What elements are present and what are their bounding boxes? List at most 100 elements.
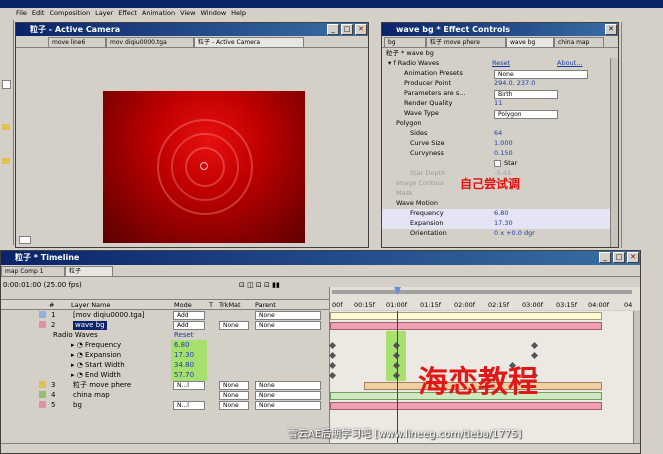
effect-group-row[interactable]: Radio Waves Reset [1,331,329,341]
layer-trkmat-dropdown[interactable]: None [219,381,249,390]
property-value[interactable]: 57.70 [174,371,194,380]
effect-group-reset[interactable]: Reset [174,331,194,340]
group-mask[interactable]: Mask [396,189,413,199]
group-wave-motion[interactable]: Wave Motion [396,199,438,209]
layer-trkmat-dropdown[interactable]: None [219,321,249,330]
wave-type-dropdown[interactable]: Polygon [494,110,558,119]
keyframe[interactable] [328,341,337,350]
layer-parent-dropdown[interactable]: None [255,311,321,320]
table-row[interactable]: 2 wave bg Add None None [1,321,329,331]
menu-help[interactable]: Help [231,9,246,17]
group-polygon[interactable]: Polygon [396,119,422,129]
timeline-tab-map-comp[interactable]: map Comp 1 [1,266,65,276]
producer-point-value[interactable]: 294.0, 237.0 [494,79,535,88]
effect-about-link[interactable]: About... [557,59,582,68]
timeline-switch-icons[interactable]: ⊡ ◫ ⊡ ⊡ ▮▮ [239,281,321,290]
effects-tab-wave-bg[interactable]: wave bg [506,37,554,47]
layer-parent-dropdown[interactable]: None [255,321,321,330]
curve-size-value[interactable]: 1.000 [494,139,513,148]
effect-reset-link[interactable]: Reset [492,59,510,68]
menu-edit[interactable]: Edit [32,9,45,17]
comp-titlebar[interactable]: 粒子 - Active Camera [16,23,368,36]
layer-trkmat-dropdown[interactable]: None [219,391,249,400]
comp-tab-diqiu[interactable]: mov diqiu0000.tga [106,37,194,47]
layer-trkmat-dropdown[interactable]: None [219,401,249,410]
effects-titlebar[interactable]: wave bg * Effect Controls [382,23,618,36]
layer-bar[interactable] [330,402,602,410]
keyframe[interactable] [328,351,337,360]
maximize-button[interactable]: □ [341,24,353,35]
effects-tab-china-map[interactable]: china map [554,37,604,47]
menu-view[interactable]: View [180,9,195,17]
timeline-titlebar[interactable]: 粒子 * Timeline [1,251,640,265]
layer-parent-dropdown[interactable]: None [255,381,321,390]
expansion-value[interactable]: 17.30 [494,219,513,228]
group-image-contour[interactable]: Image Contour [396,179,444,189]
effect-enable-toggle[interactable]: ▾ f [388,59,398,67]
orientation-value[interactable]: 0 x +0.0 dgr [494,229,535,238]
layer-name[interactable]: [mov diqiu0000.tga] [73,311,145,320]
comp-tab-move-line6[interactable]: move line6 [48,37,106,47]
layer-name[interactable]: 粒子 move phere [73,381,131,390]
keyframe[interactable] [328,361,337,370]
stopwatch-icon[interactable]: ▸ ◔ [71,361,83,370]
table-row[interactable]: 3 粒子 move phere N...l None None [1,381,329,391]
layer-mode-dropdown[interactable]: Add [173,311,205,320]
comp-viewport[interactable] [103,91,305,243]
close-button[interactable]: ✕ [355,24,367,35]
menu-effect[interactable]: Effect [118,9,137,17]
layer-mode-dropdown[interactable]: N...l [173,401,205,410]
time-ruler[interactable]: 00f 00:15f 01:00f 01:15f 02:00f 02:15f 0… [329,287,640,310]
property-row[interactable]: ▸ ◔ Expansion 17.30 [1,351,329,361]
minimize-button[interactable]: _ [327,24,339,35]
stopwatch-icon[interactable]: ▸ ◔ [71,351,83,360]
property-value[interactable]: 6.80 [174,341,190,350]
layer-parent-dropdown[interactable]: None [255,401,321,410]
sides-value[interactable]: 64 [494,129,502,138]
effects-tab-move-phere[interactable]: 粒子 move phere [426,37,506,47]
comp-tab-active-camera[interactable]: 粒子 - Active Camera [194,37,304,47]
property-value[interactable]: 34.80 [174,361,194,370]
star-checkbox[interactable] [494,160,501,167]
keyframe[interactable] [328,371,337,380]
presets-dropdown[interactable]: None [494,70,588,79]
property-row[interactable]: ▸ ◔ Start Width 34.80 [1,361,329,371]
col-trkmat[interactable]: TrkMat [219,301,241,309]
work-area-bar[interactable] [332,290,632,294]
effects-tab-bg[interactable]: bg [384,37,426,47]
layer-parent-dropdown[interactable]: None [255,391,321,400]
folder-icon[interactable] [2,124,10,130]
table-row[interactable]: 1 [mov diqiu0000.tga] Add None [1,311,329,321]
layer-bar[interactable] [330,322,602,330]
parameters-dropdown[interactable]: Birth [494,90,558,99]
table-row[interactable]: 4 china map None None [1,391,329,401]
maximize-button[interactable]: □ [613,252,625,263]
close-button[interactable]: ✕ [605,24,617,35]
col-mode[interactable]: Mode [174,301,192,309]
table-row[interactable]: 5 bg N...l None None [1,401,329,411]
property-row[interactable]: ▸ ◔ Frequency 6.80 [1,341,329,351]
layer-mode-dropdown[interactable]: N...l [173,381,205,390]
layer-name[interactable]: bg [73,401,82,410]
menu-layer[interactable]: Layer [95,9,113,17]
layer-bar[interactable] [330,312,602,320]
timeline-scrollbar[interactable] [633,311,640,453]
timeline-tab-particle[interactable]: 粒子 [65,266,113,276]
render-quality-value[interactable]: 11 [494,99,502,108]
col-t[interactable]: T [209,301,213,309]
viewer-controls-icon[interactable] [19,236,31,244]
menu-file[interactable]: File [16,9,27,17]
minimize-button[interactable]: _ [599,252,611,263]
anchor-point-icon[interactable] [200,162,208,170]
menu-window[interactable]: Window [201,9,227,17]
close-button[interactable]: ✕ [627,252,639,263]
menu-animation[interactable]: Animation [142,9,175,17]
col-layer-name[interactable]: Layer Name [71,301,110,309]
layer-name[interactable]: wave bg [73,321,107,330]
folder-icon[interactable] [2,158,10,164]
timecode[interactable]: 0:00:01:00 (25.00 fps) [3,280,82,290]
effects-scrollbar[interactable] [610,58,618,247]
col-parent[interactable]: Parent [255,301,276,309]
stopwatch-icon[interactable]: ▸ ◔ [71,341,83,350]
layer-mode-dropdown[interactable]: Add [173,321,205,330]
